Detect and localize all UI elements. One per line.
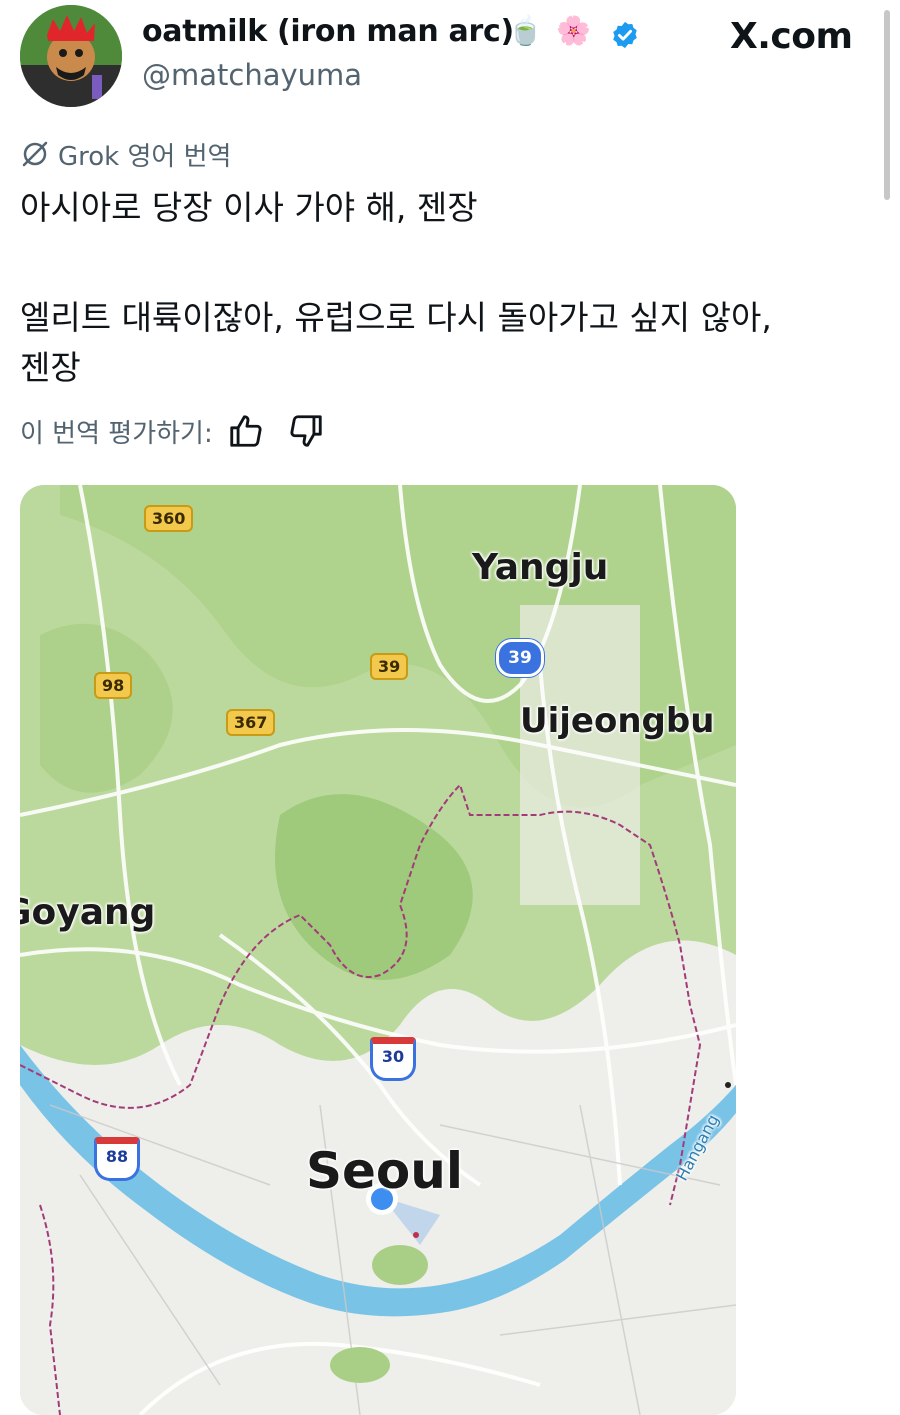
- thumbs-up-icon[interactable]: [227, 412, 265, 450]
- expressway-shield: 39: [496, 639, 544, 677]
- city-label-yangju: Yangju: [472, 547, 609, 588]
- rate-translation-row: 이 번역 평가하기:: [20, 410, 325, 452]
- post-text-line-3: 젠장: [20, 348, 81, 387]
- post-text-line-2: 엘리트 대륙이잖아, 유럽으로 다시 돌아가고 싶지 않아,: [20, 298, 772, 337]
- city-label-goyang: Goyang: [20, 892, 156, 933]
- map-image[interactable]: 360 98 39 367 39 30 88 Yangju Uijeongbu …: [20, 485, 736, 1415]
- route-shield: 98: [94, 672, 133, 699]
- display-name[interactable]: oatmilk (iron man arc): [142, 14, 514, 49]
- grok-translation-label: Grok 영어 번역: [20, 136, 231, 172]
- scrollbar[interactable]: [884, 10, 890, 200]
- verified-badge-icon: [613, 21, 637, 49]
- route-shield: 367: [226, 709, 276, 736]
- translation-source-text: Grok 영어 번역: [58, 141, 232, 172]
- expressway-shield: 30: [370, 1037, 416, 1081]
- blossom-emoji-icon: 🌸: [556, 14, 591, 47]
- grok-icon: [22, 141, 48, 167]
- map-background: [20, 485, 736, 1415]
- tea-emoji-icon: 🍵: [508, 14, 543, 47]
- route-shield: 39: [370, 653, 409, 680]
- city-label-uijeongbu: Uijeongbu: [520, 701, 715, 741]
- expressway-shield: 88: [94, 1137, 140, 1181]
- city-label-seoul: Seoul: [306, 1142, 464, 1200]
- avatar[interactable]: [20, 5, 122, 107]
- user-handle[interactable]: @matchayuma: [142, 58, 362, 92]
- avatar-image: [20, 5, 122, 107]
- route-shield: 360: [144, 505, 194, 532]
- post-text-line-1: 아시아로 당장 이사 가야 해, 젠장: [20, 188, 478, 227]
- site-logo: X.com: [730, 16, 853, 57]
- rate-translation-label: 이 번역 평가하기:: [20, 418, 213, 449]
- thumbs-down-icon[interactable]: [287, 412, 325, 450]
